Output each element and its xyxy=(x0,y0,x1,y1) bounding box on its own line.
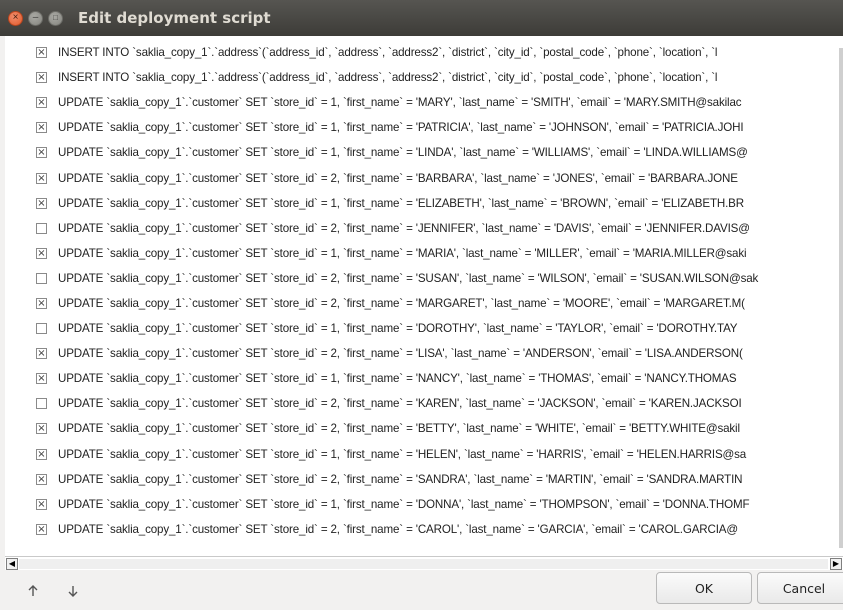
statement-row[interactable]: × UPDATE `saklia_copy_1`.`customer` SET `… xyxy=(5,517,839,542)
scroll-right-icon: ▶ xyxy=(832,559,840,568)
statement-row[interactable]: UPDATE `saklia_copy_1`.`customer` SET `s… xyxy=(5,216,839,241)
statement-row[interactable]: × UPDATE `saklia_copy_1`.`customer` SET `… xyxy=(5,165,839,190)
statement-row[interactable]: × UPDATE `saklia_copy_1`.`customer` SET `… xyxy=(5,341,839,366)
statement-rows: × INSERT INTO `saklia_copy_1`.`address`(`… xyxy=(5,40,839,542)
statement-text: UPDATE `saklia_copy_1`.`customer` SET `s… xyxy=(58,422,740,436)
statement-row[interactable]: × UPDATE `saklia_copy_1`.`customer` SET `… xyxy=(5,291,839,316)
statement-checkbox[interactable] xyxy=(36,398,47,410)
statement-checkbox[interactable]: × xyxy=(36,473,47,485)
statement-text: UPDATE `saklia_copy_1`.`customer` SET `s… xyxy=(58,146,748,160)
statement-row[interactable]: UPDATE `saklia_copy_1`.`customer` SET `s… xyxy=(5,316,839,341)
horizontal-scrollbar[interactable]: ◀ ▶ xyxy=(5,556,843,570)
vertical-scrollbar[interactable] xyxy=(839,36,843,548)
statement-row[interactable]: × UPDATE `saklia_copy_1`.`customer` SET `… xyxy=(5,90,839,115)
statement-checkbox[interactable]: × xyxy=(36,147,47,159)
scroll-left-icon: ◀ xyxy=(8,559,16,568)
close-window-button[interactable]: × xyxy=(8,10,23,26)
dialog-footer: OK Cancel xyxy=(0,570,843,610)
statement-text: UPDATE `saklia_copy_1`.`customer` SET `s… xyxy=(58,171,738,185)
statement-row[interactable]: × UPDATE `saklia_copy_1`.`customer` SET `… xyxy=(5,115,839,140)
statement-text: UPDATE `saklia_copy_1`.`customer` SET `s… xyxy=(58,221,750,235)
statement-text: UPDATE `saklia_copy_1`.`customer` SET `s… xyxy=(58,472,743,486)
window-title: Edit deployment script xyxy=(78,9,271,27)
statement-checkbox[interactable] xyxy=(36,323,47,335)
statement-row[interactable]: × UPDATE `saklia_copy_1`.`customer` SET `… xyxy=(5,366,839,391)
statement-checkbox[interactable]: × xyxy=(36,498,47,510)
statement-text: UPDATE `saklia_copy_1`.`customer` SET `s… xyxy=(58,96,742,110)
statement-checkbox[interactable]: × xyxy=(36,122,47,134)
statement-text: UPDATE `saklia_copy_1`.`customer` SET `s… xyxy=(58,296,745,310)
ok-button[interactable]: OK xyxy=(656,572,752,604)
statement-checkbox[interactable] xyxy=(36,272,47,284)
minimize-window-button[interactable]: – xyxy=(28,10,43,26)
statement-checkbox[interactable]: × xyxy=(36,97,47,109)
statement-row[interactable]: × UPDATE `saklia_copy_1`.`customer` SET `… xyxy=(5,191,839,216)
statement-checkbox[interactable]: × xyxy=(36,247,47,259)
statement-row[interactable]: × UPDATE `saklia_copy_1`.`customer` SET `… xyxy=(5,442,839,467)
statement-checkbox[interactable]: × xyxy=(36,72,47,84)
vertical-scrollbar-thumb[interactable] xyxy=(839,48,843,548)
scroll-right-button[interactable]: ▶ xyxy=(830,558,842,570)
statement-checkbox[interactable]: × xyxy=(36,423,47,435)
statement-row[interactable]: × UPDATE `saklia_copy_1`.`customer` SET `… xyxy=(5,467,839,492)
title-bar[interactable]: × – □ Edit deployment script xyxy=(0,0,843,36)
statement-text: UPDATE `saklia_copy_1`.`customer` SET `s… xyxy=(58,271,759,285)
minimize-icon: – xyxy=(32,12,39,23)
cancel-button[interactable]: Cancel xyxy=(757,572,843,604)
statement-text: UPDATE `saklia_copy_1`.`customer` SET `s… xyxy=(58,322,738,336)
statement-row[interactable]: × INSERT INTO `saklia_copy_1`.`address`(`… xyxy=(5,40,839,65)
statement-text: UPDATE `saklia_copy_1`.`customer` SET `s… xyxy=(58,522,739,536)
statement-row[interactable]: × UPDATE `saklia_copy_1`.`customer` SET `… xyxy=(5,241,839,266)
maximize-window-button[interactable]: □ xyxy=(48,10,63,26)
move-up-button[interactable] xyxy=(20,578,46,604)
statement-text: UPDATE `saklia_copy_1`.`customer` SET `s… xyxy=(58,246,747,260)
statement-row[interactable]: UPDATE `saklia_copy_1`.`customer` SET `s… xyxy=(5,266,839,291)
statement-checkbox[interactable]: × xyxy=(36,47,47,59)
statement-checkbox[interactable]: × xyxy=(36,172,47,184)
scroll-left-button[interactable]: ◀ xyxy=(6,558,18,570)
statement-checkbox[interactable]: × xyxy=(36,197,47,209)
up-arrow-icon xyxy=(28,585,38,596)
statement-checkbox[interactable]: × xyxy=(36,297,47,309)
statement-text: INSERT INTO `saklia_copy_1`.`address`(`a… xyxy=(58,71,718,85)
statement-text: UPDATE `saklia_copy_1`.`customer` SET `s… xyxy=(58,196,744,210)
horizontal-scrollbar-track[interactable] xyxy=(19,559,828,569)
close-icon: × xyxy=(12,12,19,23)
statement-text: UPDATE `saklia_copy_1`.`customer` SET `s… xyxy=(58,497,750,511)
statement-checkbox[interactable] xyxy=(36,222,47,234)
down-arrow-icon xyxy=(68,586,78,597)
statement-text: INSERT INTO `saklia_copy_1`.`address`(`a… xyxy=(58,46,718,60)
statement-text: UPDATE `saklia_copy_1`.`customer` SET `s… xyxy=(58,121,744,135)
statement-text: UPDATE `saklia_copy_1`.`customer` SET `s… xyxy=(58,347,743,361)
script-statement-list[interactable]: × INSERT INTO `saklia_copy_1`.`address`(`… xyxy=(5,36,843,570)
statement-checkbox[interactable]: × xyxy=(36,373,47,385)
statement-row[interactable]: × INSERT INTO `saklia_copy_1`.`address`(`… xyxy=(5,65,839,90)
statement-row[interactable]: × UPDATE `saklia_copy_1`.`customer` SET `… xyxy=(5,416,839,441)
statement-row[interactable]: × UPDATE `saklia_copy_1`.`customer` SET `… xyxy=(5,492,839,517)
statement-checkbox[interactable]: × xyxy=(36,523,47,535)
statement-text: UPDATE `saklia_copy_1`.`customer` SET `s… xyxy=(58,447,747,461)
statement-row[interactable]: UPDATE `saklia_copy_1`.`customer` SET `s… xyxy=(5,391,839,416)
move-down-button[interactable] xyxy=(60,578,86,604)
statement-checkbox[interactable]: × xyxy=(36,448,47,460)
maximize-icon: □ xyxy=(53,13,58,22)
statement-row[interactable]: × UPDATE `saklia_copy_1`.`customer` SET `… xyxy=(5,140,839,165)
statement-checkbox[interactable]: × xyxy=(36,348,47,360)
statement-text: UPDATE `saklia_copy_1`.`customer` SET `s… xyxy=(58,372,737,386)
statement-text: UPDATE `saklia_copy_1`.`customer` SET `s… xyxy=(58,397,742,411)
